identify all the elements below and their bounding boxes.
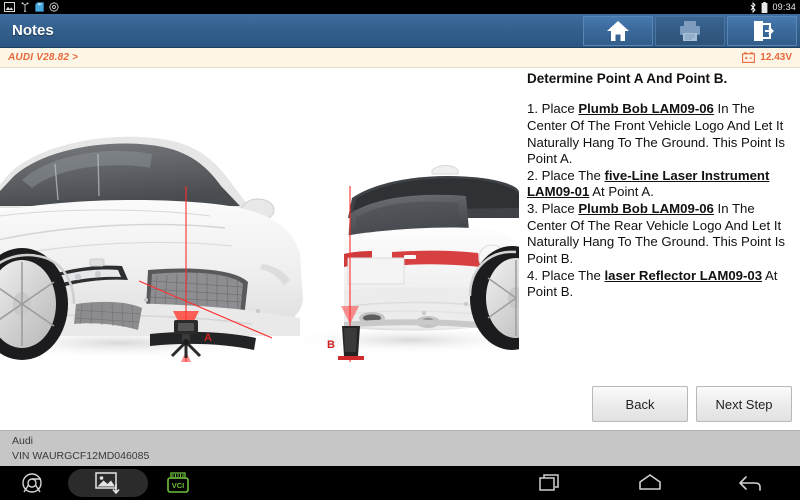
point-b-label: B	[327, 339, 335, 351]
screenshot-button[interactable]	[68, 469, 148, 497]
nav-system-group	[500, 466, 800, 500]
exit-icon	[754, 21, 774, 41]
sdcard-icon	[35, 2, 44, 12]
android-navigation-bar: VCI	[0, 466, 800, 500]
note-step: 1. Place Plumb Bob LAM09-06 In The Cente…	[527, 101, 792, 168]
page-title: Notes	[12, 22, 54, 39]
note-text: 2. Place The	[527, 167, 605, 183]
note-tool-reference: Plumb Bob LAM09-06	[578, 201, 714, 217]
home-button-nav[interactable]	[620, 466, 680, 500]
status-bar-left-icons	[4, 2, 59, 12]
recents-icon	[539, 474, 559, 491]
battery-icon	[762, 1, 768, 13]
status-bar-clock: 09:34	[772, 2, 796, 12]
android-status-bar: 09:34	[0, 0, 800, 14]
action-buttons: Back Next Step	[592, 386, 792, 422]
next-step-button[interactable]: Next Step	[696, 386, 792, 422]
screenshot-icon	[4, 2, 15, 12]
tablet-screen: 09:34 Notes AUDI V28.82 > 12.43V A B Det…	[0, 0, 800, 500]
note-step: 2. Place The five-Line Laser Instrument …	[527, 168, 792, 201]
vci-icon: VCI	[167, 472, 189, 493]
note-text: 1. Place	[527, 101, 579, 117]
usb-icon	[21, 2, 29, 12]
vehicle-diagram: A B	[0, 68, 519, 362]
back-button-nav[interactable]	[720, 466, 780, 500]
title-bar-actions	[583, 16, 797, 46]
breadcrumb-bar: AUDI V28.82 > 12.43V	[0, 48, 800, 68]
exit-button[interactable]	[727, 16, 797, 46]
note-tool-reference: laser Reflector LAM09-03	[604, 267, 763, 283]
chrome-icon	[22, 473, 42, 493]
status-bar-right-icons: 09:34	[749, 1, 796, 13]
note-step: 3. Place Plumb Bob LAM09-06 In The Cente…	[527, 201, 792, 268]
note-text: 4. Place The	[527, 267, 605, 283]
vehicle-vin: VIN WAURGCF12MD046085	[12, 449, 150, 462]
nav-left-group: VCI	[0, 466, 208, 500]
vehicle-info-bar: Audi VIN WAURGCF12MD046085	[0, 430, 800, 466]
note-steps: 1. Place Plumb Bob LAM09-06 In The Cente…	[527, 101, 792, 301]
print-button[interactable]	[655, 16, 725, 46]
note-step: 4. Place The laser Reflector LAM09-03 At…	[527, 268, 792, 301]
vci-status-button[interactable]: VCI	[148, 466, 208, 500]
instruction-illustration: A B	[0, 68, 519, 362]
battery-voltage-icon	[742, 52, 756, 63]
notes-content: A B Determine Point A And Point B. 1. Pl…	[0, 68, 800, 430]
bluetooth-icon	[751, 1, 757, 13]
voltage-indicator: 12.43V	[742, 52, 792, 63]
browser-button[interactable]	[0, 466, 64, 500]
screenshot-save-icon	[95, 472, 120, 494]
home-button[interactable]	[583, 16, 653, 46]
note-text: At Point A.	[589, 184, 654, 200]
note-heading: Determine Point A And Point B.	[527, 71, 728, 86]
app-title-bar: Notes	[0, 14, 800, 48]
recents-button[interactable]	[520, 466, 580, 500]
note-tool-reference: Plumb Bob LAM09-06	[578, 101, 714, 117]
note-text: 3. Place	[527, 201, 579, 217]
back-button[interactable]: Back	[592, 386, 688, 422]
home-outline-icon	[639, 474, 661, 490]
home-icon	[607, 21, 629, 41]
settings-icon	[49, 2, 59, 12]
printer-icon	[680, 21, 700, 41]
breadcrumb[interactable]: AUDI V28.82 >	[8, 52, 78, 63]
vci-label: VCI	[172, 481, 185, 490]
note-text-panel: Determine Point A And Point B. 1. Place …	[519, 68, 800, 430]
voltage-value: 12.43V	[760, 52, 792, 63]
point-a-label: A	[204, 332, 212, 344]
back-arrow-icon	[739, 476, 761, 491]
vehicle-make: Audi	[12, 435, 34, 447]
